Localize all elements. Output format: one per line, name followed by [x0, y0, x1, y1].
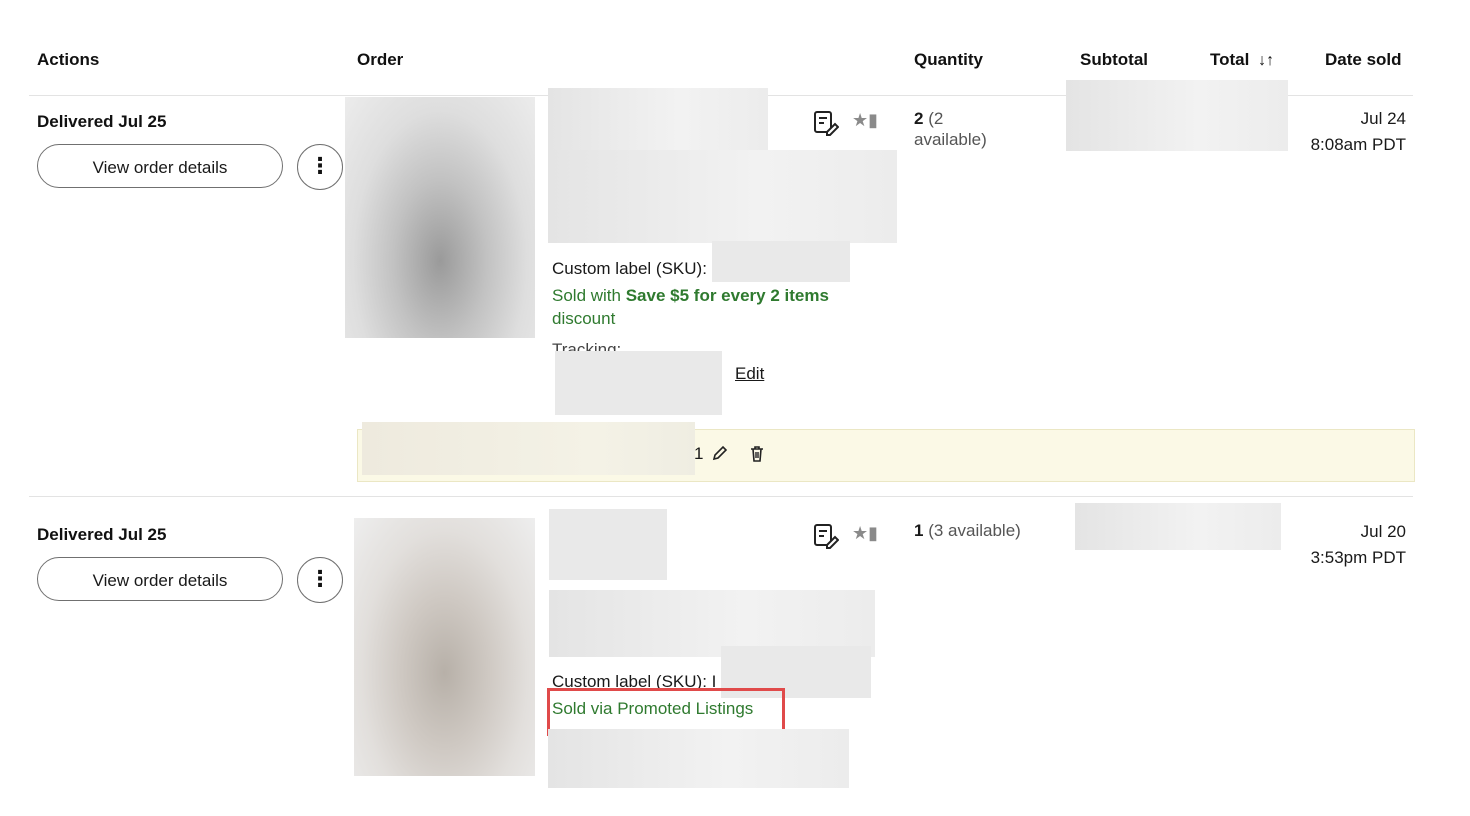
edit-notes-icon[interactable] [813, 110, 840, 142]
discount-prefix: Sold with [552, 286, 621, 305]
star-rating-icon[interactable]: ★▮ [852, 110, 878, 131]
item-thumbnail[interactable] [354, 518, 535, 776]
sold-date: Jul 20 [1360, 522, 1406, 541]
column-header-order: Order [357, 50, 404, 69]
note-digit: 1 [694, 444, 704, 463]
redacted-tracking-number [555, 351, 722, 415]
order-status: Delivered Jul 25 [37, 525, 167, 544]
quantity-value: 1 [914, 521, 924, 540]
item-thumbnail[interactable] [345, 97, 535, 338]
column-header-total[interactable]: Total ↓↑ [1210, 50, 1274, 70]
column-header-quantity[interactable]: Quantity [914, 50, 983, 70]
date-sold-cell: Jul 20 3:53pm PDT [1290, 519, 1406, 571]
vertical-dots-icon: ⋮ [309, 153, 331, 178]
discount-line: Sold with Save $5 for every 2 items [552, 286, 829, 306]
vertical-dots-icon: ⋮ [309, 566, 331, 591]
redacted-note-text [362, 422, 695, 475]
sold-time: 3:53pm PDT [1310, 548, 1406, 567]
custom-label-text: Custom label (SKU): [552, 259, 707, 278]
edit-notes-icon[interactable] [813, 523, 840, 555]
edit-tracking-link[interactable]: Edit [735, 364, 764, 384]
redacted-sku-value [712, 241, 850, 282]
view-order-details-button[interactable]: View order details [37, 144, 283, 188]
column-header-actions: Actions [37, 50, 100, 69]
quantity-available: (3 available) [928, 521, 1021, 540]
view-order-details-button[interactable]: View order details [37, 557, 283, 601]
more-actions-button[interactable]: ⋮ [297, 557, 343, 603]
discount-suffix: discount [552, 309, 616, 328]
pencil-icon[interactable] [711, 444, 729, 467]
redacted-item-title [549, 509, 667, 580]
row-divider [29, 496, 1413, 497]
sold-date: Jul 24 [1360, 109, 1406, 128]
quantity-cell: 1 (3 available) [914, 521, 1021, 541]
quantity-value: 2 [914, 109, 924, 128]
redacted-item-details [548, 150, 897, 243]
column-header-total-label: Total [1210, 50, 1250, 69]
column-header-date-sold[interactable]: Date sold [1325, 50, 1402, 70]
trash-icon[interactable] [749, 445, 765, 468]
sold-time: 8:08am PDT [1310, 135, 1406, 154]
column-header-subtotal[interactable]: Subtotal [1080, 50, 1148, 70]
quantity-cell: 2 (2 available) [914, 108, 1054, 150]
redacted-extra-info [548, 729, 849, 788]
promoted-listings-label: Sold via Promoted Listings [552, 699, 754, 718]
discount-name: Save $5 for every 2 items [625, 286, 829, 305]
quantity-available-1: (2 [928, 109, 944, 128]
star-rating-icon[interactable]: ★▮ [852, 523, 878, 544]
redacted-item-title [548, 88, 768, 152]
redacted-price [1075, 503, 1281, 550]
sort-arrows-icon[interactable]: ↓↑ [1258, 52, 1274, 69]
date-sold-cell: Jul 24 8:08am PDT [1290, 106, 1406, 158]
more-actions-button[interactable]: ⋮ [297, 144, 343, 190]
order-status: Delivered Jul 25 [37, 112, 167, 131]
redacted-price [1066, 80, 1288, 151]
quantity-available-2: available) [914, 130, 987, 149]
